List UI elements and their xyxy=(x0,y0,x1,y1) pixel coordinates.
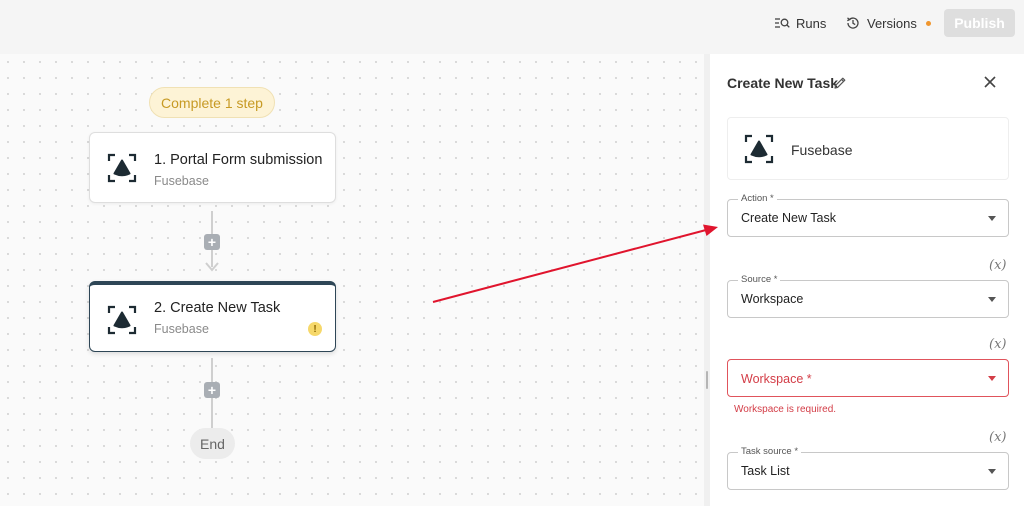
fusebase-logo-icon xyxy=(107,305,137,335)
insert-variable-button[interactable]: (x) xyxy=(989,337,1006,352)
insert-variable-button[interactable]: (x) xyxy=(989,430,1006,445)
insert-variable-button[interactable]: (x) xyxy=(989,258,1006,273)
end-node: End xyxy=(190,428,235,459)
runs-search-icon xyxy=(775,18,790,28)
workflow-step-1[interactable]: 1. Portal Form submission Fusebase xyxy=(89,132,336,203)
runs-button[interactable]: Runs xyxy=(774,13,826,33)
chevron-down-icon xyxy=(988,297,996,302)
app-card: Fusebase xyxy=(727,117,1009,180)
history-icon xyxy=(847,17,859,29)
versions-label: Versions xyxy=(867,15,917,31)
workspace-select[interactable]: Workspace * xyxy=(727,359,1009,397)
chevron-down-icon xyxy=(988,469,996,474)
step-title: 2. Create New Task xyxy=(154,300,281,316)
panel-title: Create New Task xyxy=(727,75,839,91)
workflow-canvas[interactable] xyxy=(0,54,704,506)
source-value: Workspace xyxy=(741,292,804,306)
publish-button[interactable]: Publish xyxy=(944,9,1015,37)
chevron-down-icon xyxy=(988,216,996,221)
versions-button[interactable]: Versions xyxy=(845,13,931,33)
status-pill: Complete 1 step xyxy=(149,87,275,118)
step-title: 1. Portal Form submission xyxy=(154,152,323,168)
workspace-error-message: Workspace is required. xyxy=(734,404,837,415)
warning-icon: ! xyxy=(308,322,322,336)
action-label: Action * xyxy=(738,193,777,204)
source-label: Source * xyxy=(738,274,781,285)
add-step-button[interactable]: + xyxy=(204,382,220,398)
connector-arrow-icon xyxy=(205,262,219,272)
unsaved-indicator-dot xyxy=(925,20,931,26)
step-app-name: Fusebase xyxy=(154,322,209,336)
runs-label: Runs xyxy=(796,15,827,31)
chevron-down-icon xyxy=(988,376,996,381)
task-source-select[interactable]: Task source * Task List xyxy=(727,446,1009,490)
app-name: Fusebase xyxy=(791,142,853,158)
close-icon[interactable] xyxy=(982,74,998,90)
step-app-name: Fusebase xyxy=(154,174,209,188)
step-config-panel: Create New Task Fusebase Action * Create… xyxy=(710,54,1024,506)
task-source-value: Task List xyxy=(741,464,790,478)
task-source-label: Task source * xyxy=(738,446,802,457)
workspace-placeholder: Workspace * xyxy=(741,372,812,386)
add-step-button[interactable]: + xyxy=(204,234,220,250)
workflow-step-2[interactable]: 2. Create New Task Fusebase ! xyxy=(89,281,336,352)
fusebase-logo-icon xyxy=(107,153,137,183)
action-select[interactable]: Action * Create New Task xyxy=(727,193,1009,237)
resize-handle[interactable] xyxy=(706,371,708,389)
action-value: Create New Task xyxy=(741,211,836,225)
source-select[interactable]: Source * Workspace xyxy=(727,274,1009,318)
pencil-icon[interactable] xyxy=(833,76,847,90)
top-bar: Runs Versions Publish xyxy=(0,0,1024,54)
fusebase-logo-icon xyxy=(744,134,774,164)
